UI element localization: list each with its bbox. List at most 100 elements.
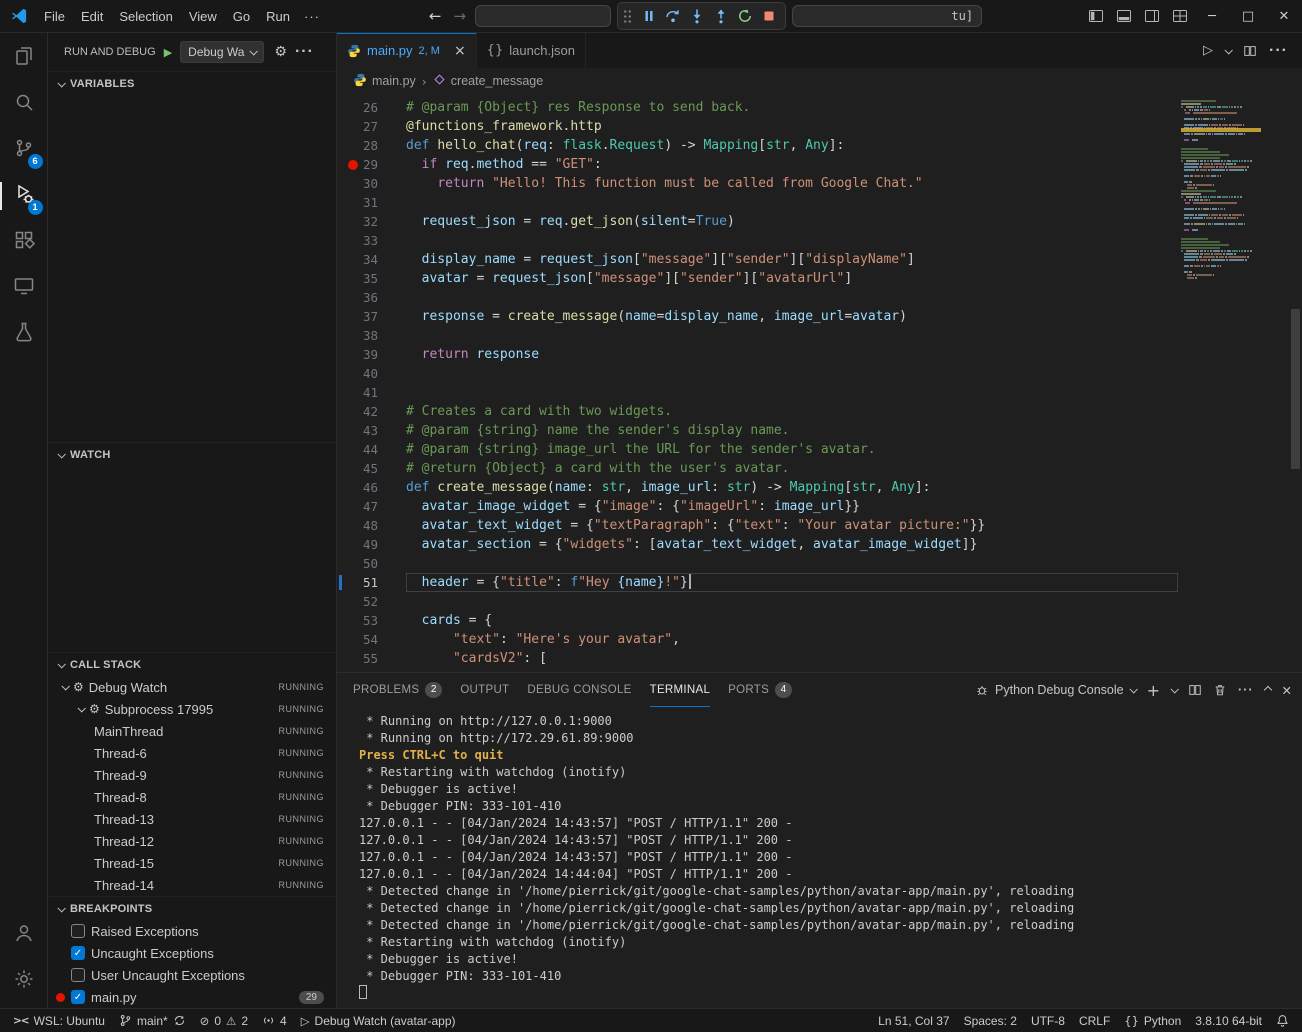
callstack-item[interactable]: Thread-9RUNNING (48, 764, 336, 786)
status-forwarded-ports[interactable]: 4 (255, 1009, 294, 1032)
code-line-55[interactable]: 55 "cardsV2": [ (337, 649, 1302, 668)
breakpoint-item[interactable]: Raised Exceptions (48, 920, 336, 942)
code-line-43[interactable]: 43# @param {string} name the sender's di… (337, 421, 1302, 440)
activity-testing[interactable] (0, 311, 48, 357)
close-window-button[interactable]: ✕ (1266, 0, 1302, 33)
close-tab-icon[interactable]: × (454, 43, 466, 59)
kill-terminal-icon[interactable] (1213, 683, 1227, 697)
toggle-secondary-sidebar-icon[interactable] (1138, 1, 1166, 31)
command-center-left[interactable] (475, 5, 611, 27)
maximize-panel-icon[interactable] (1263, 686, 1271, 694)
restart-button[interactable] (733, 5, 756, 28)
code-line-36[interactable]: 36 (337, 288, 1302, 307)
menu-run[interactable]: Run (258, 9, 298, 24)
panel-tab-ports[interactable]: PORTS4 (728, 673, 792, 707)
active-terminal-selector[interactable]: Python Debug Console (975, 683, 1136, 697)
checkbox[interactable]: ✓ (71, 990, 85, 1004)
callstack-item[interactable]: Thread-12RUNNING (48, 830, 336, 852)
code-editor[interactable]: 26# @param {Object} res Response to send… (337, 94, 1302, 672)
breadcrumb-item[interactable]: create_message (433, 73, 543, 89)
breakpoint-item[interactable]: User Uncaught Exceptions (48, 964, 336, 986)
code-line-41[interactable]: 41 (337, 383, 1302, 402)
code-line-31[interactable]: 31 (337, 193, 1302, 212)
activity-run-and-debug[interactable]: 1 (0, 173, 48, 219)
code-line-37[interactable]: 37 response = create_message(name=displa… (337, 307, 1302, 326)
callstack-item[interactable]: Thread-8RUNNING (48, 786, 336, 808)
callstack-item[interactable]: ⚙Subprocess 17995RUNNING (48, 698, 336, 720)
panel-more-actions-icon[interactable]: ··· (1238, 683, 1254, 697)
debug-start-button[interactable]: ▶ (164, 46, 172, 59)
status-cursor-position[interactable]: Ln 51, Col 37 (871, 1009, 956, 1032)
menu-edit[interactable]: Edit (73, 9, 111, 24)
panel-tab-output[interactable]: OUTPUT (460, 673, 509, 707)
status-notifications[interactable] (1269, 1009, 1296, 1032)
code-line-34[interactable]: 34 display_name = request_json["message"… (337, 250, 1302, 269)
activity-source-control[interactable]: 6 (0, 127, 48, 173)
checkbox[interactable] (71, 968, 85, 982)
code-line-32[interactable]: 32 request_json = req.get_json(silent=Tr… (337, 212, 1302, 231)
terminal-output[interactable]: * Running on http://127.0.0.1:9000 * Run… (337, 707, 1302, 1008)
stop-button[interactable] (757, 5, 780, 28)
code-line-28[interactable]: 28def hello_chat(req: flask.Request) -> … (337, 136, 1302, 155)
breadcrumb-item[interactable]: main.py (353, 73, 416, 90)
minimize-button[interactable]: ─ (1194, 0, 1230, 33)
menu-view[interactable]: View (181, 9, 225, 24)
new-terminal-button[interactable]: + (1147, 681, 1160, 700)
menu-selection[interactable]: Selection (111, 9, 180, 24)
launch-config-dropdown[interactable]: Debug Wa (180, 41, 264, 63)
code-line-44[interactable]: 44# @param {string} image_url the URL fo… (337, 440, 1302, 459)
command-center-search[interactable]: tu] (792, 5, 982, 27)
split-editor-icon[interactable] (1243, 44, 1257, 58)
activity-remote-explorer[interactable] (0, 265, 48, 311)
activity-extensions[interactable] (0, 219, 48, 265)
callstack-item[interactable]: MainThreadRUNNING (48, 720, 336, 742)
code-line-53[interactable]: 53 cards = { (337, 611, 1302, 630)
status-remote-indicator[interactable]: ><WSL: Ubuntu (6, 1009, 112, 1032)
code-line-49[interactable]: 49 avatar_section = {"widgets": [avatar_… (337, 535, 1302, 554)
callstack-item[interactable]: Thread-13RUNNING (48, 808, 336, 830)
menu-go[interactable]: Go (225, 9, 258, 24)
split-terminal-icon[interactable] (1188, 683, 1202, 697)
status-language-mode[interactable]: {}Python (1117, 1009, 1188, 1032)
drag-handle-icon[interactable] (623, 9, 632, 24)
tab-launch.json[interactable]: {}launch.json (477, 33, 586, 68)
toggle-panel-icon[interactable] (1110, 1, 1138, 31)
checkbox[interactable]: ✓ (71, 946, 85, 960)
code-line-26[interactable]: 26# @param {Object} res Response to send… (337, 98, 1302, 117)
panel-tab-problems[interactable]: PROBLEMS2 (353, 673, 442, 707)
step-over-button[interactable] (661, 5, 684, 28)
callstack-item[interactable]: Thread-6RUNNING (48, 742, 336, 764)
toggle-primary-sidebar-icon[interactable] (1082, 1, 1110, 31)
views-more-actions-icon[interactable]: ··· (295, 43, 314, 61)
breakpoints-section-header[interactable]: BREAKPOINTS (48, 896, 336, 920)
status-python-interpreter[interactable]: 3.8.10 64-bit (1188, 1009, 1269, 1032)
configure-gear-icon[interactable]: ⚙ (274, 44, 287, 60)
breakpoint-icon[interactable] (348, 160, 358, 170)
go-forward-icon[interactable]: → (451, 7, 470, 25)
panel-tab-debug-console[interactable]: DEBUG CONSOLE (527, 673, 631, 707)
pause-button[interactable] (637, 5, 660, 28)
tab-main.py[interactable]: main.py2, M× (337, 33, 477, 68)
code-line-30[interactable]: 30 return "Hello! This function must be … (337, 174, 1302, 193)
status-git-branch[interactable]: main* (112, 1009, 193, 1032)
status-eol[interactable]: CRLF (1072, 1009, 1117, 1032)
code-line-46[interactable]: 46def create_message(name: str, image_ur… (337, 478, 1302, 497)
close-panel-icon[interactable]: ✕ (1282, 683, 1292, 698)
activity-search[interactable] (0, 81, 48, 127)
code-line-52[interactable]: 52 (337, 592, 1302, 611)
code-line-40[interactable]: 40 (337, 364, 1302, 383)
variables-section-header[interactable]: VARIABLES (48, 71, 336, 95)
maximize-button[interactable]: □ (1230, 0, 1266, 33)
code-line-29[interactable]: 29 if req.method == "GET": (337, 155, 1302, 174)
status-encoding[interactable]: UTF-8 (1024, 1009, 1072, 1032)
watch-section-header[interactable]: WATCH (48, 442, 336, 466)
editor-more-actions-icon[interactable]: ··· (1269, 42, 1288, 60)
callstack-item[interactable]: ⚙Debug WatchRUNNING (48, 676, 336, 698)
activity-explorer[interactable] (0, 35, 48, 81)
activity-accounts[interactable] (0, 912, 48, 958)
code-line-39[interactable]: 39 return response (337, 345, 1302, 364)
minimap[interactable] (1181, 100, 1261, 280)
menu-overflow-icon[interactable]: ··· (298, 0, 326, 33)
run-python-file-button[interactable]: ▷ (1203, 43, 1213, 58)
editor-scrollbar[interactable] (1291, 309, 1300, 469)
